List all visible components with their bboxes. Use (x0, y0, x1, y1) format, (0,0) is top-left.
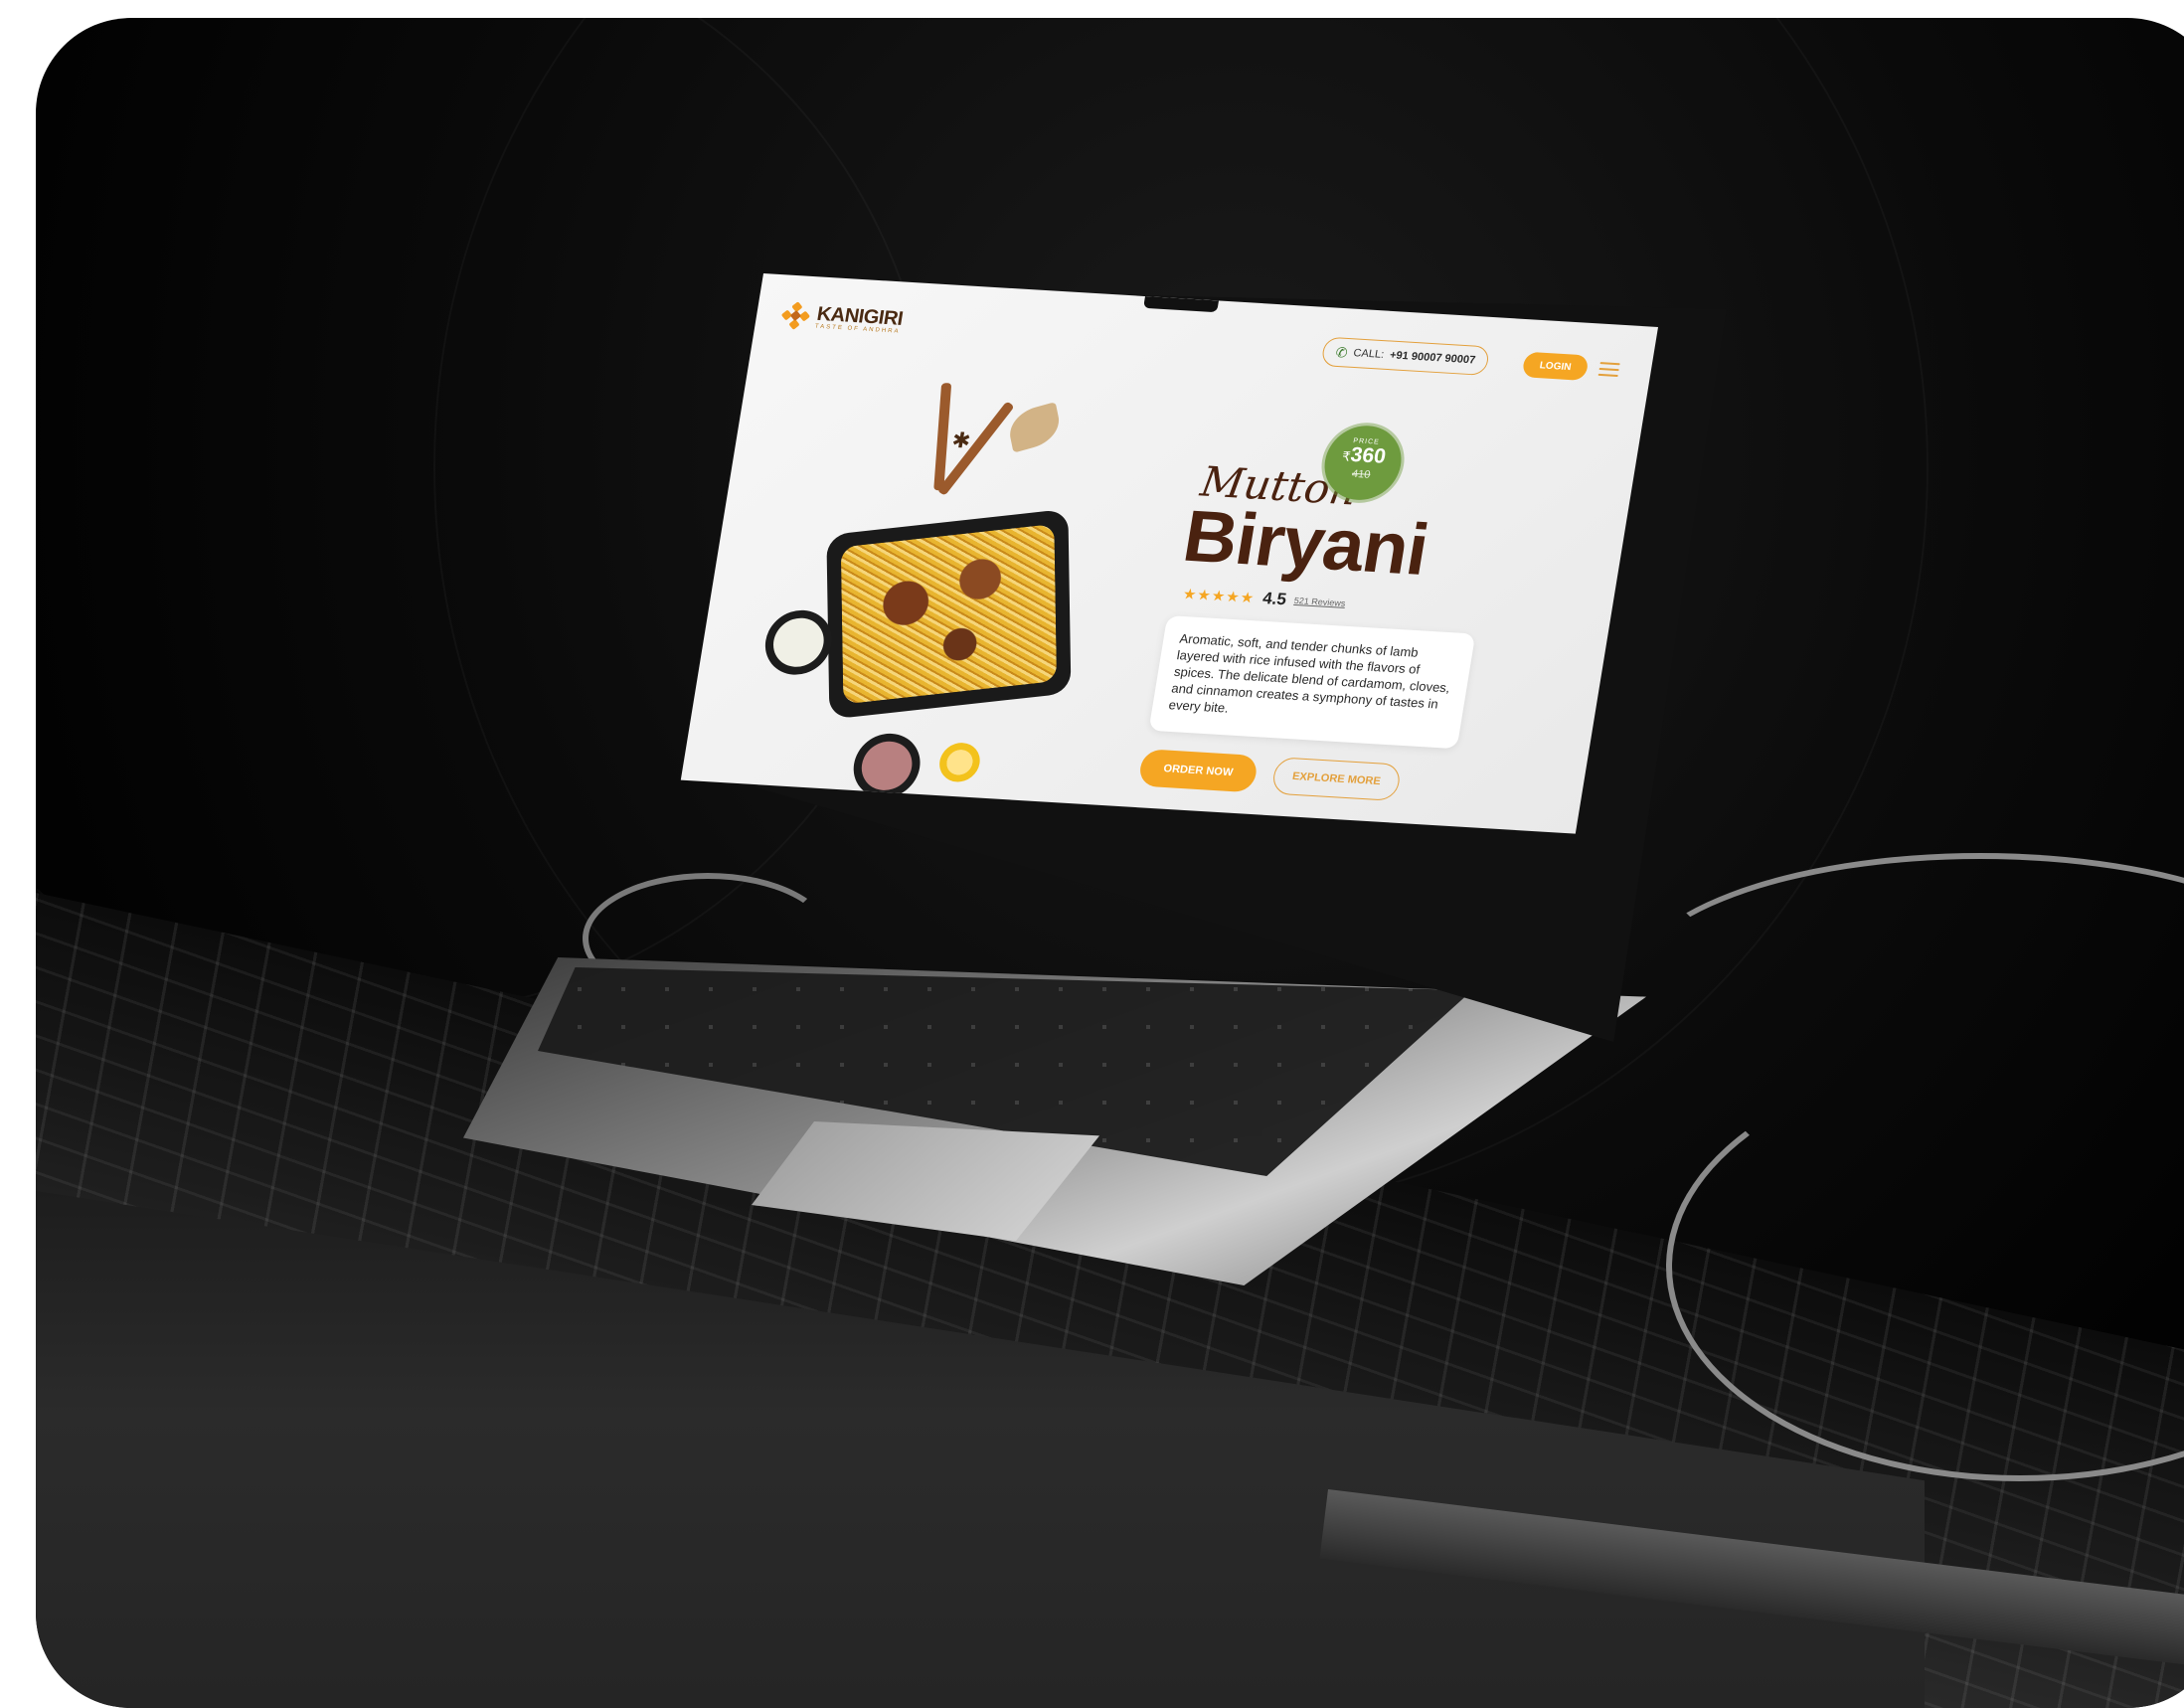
salan-bowl (848, 732, 925, 800)
brand-logo[interactable]: KANIGIRI TASTE OF ANDHRA (780, 301, 905, 335)
laptop-screen: KANIGIRI TASTE OF ANDHRA ✆ CALL: +91 900… (680, 273, 1658, 834)
star-rating-icon: ★★★★★ (1181, 586, 1257, 607)
login-button[interactable]: LOGIN (1521, 351, 1590, 381)
hamburger-menu-icon[interactable] (1597, 358, 1620, 379)
dish-description: Aromatic, soft, and tender chunks of lam… (1148, 615, 1476, 750)
price-now-value: 360 (1349, 443, 1388, 468)
call-label: CALL: (1352, 347, 1386, 361)
raita-bowl (760, 607, 837, 677)
lemon-slice (936, 742, 983, 783)
bay-leaf (1005, 402, 1064, 453)
explore-more-button[interactable]: EXPLORE MORE (1270, 757, 1403, 801)
rating-score: 4.5 (1260, 589, 1288, 609)
logo-mark-icon (780, 301, 811, 330)
mockup-frame (36, 18, 2184, 1708)
reviews-link[interactable]: 521 Reviews (1293, 596, 1346, 608)
biryani-tray (826, 508, 1072, 720)
call-number: +91 90007 90007 (1389, 349, 1477, 367)
phone-icon: ✆ (1334, 343, 1349, 361)
rating-row: ★★★★★ 4.5 521 Reviews (1181, 584, 1347, 612)
order-now-button[interactable]: ORDER NOW (1137, 749, 1260, 793)
biryani-image: ✱ (682, 361, 1146, 800)
dish-title: Biryani (1177, 494, 1434, 591)
call-button[interactable]: ✆ CALL: +91 90007 90007 (1320, 336, 1491, 376)
